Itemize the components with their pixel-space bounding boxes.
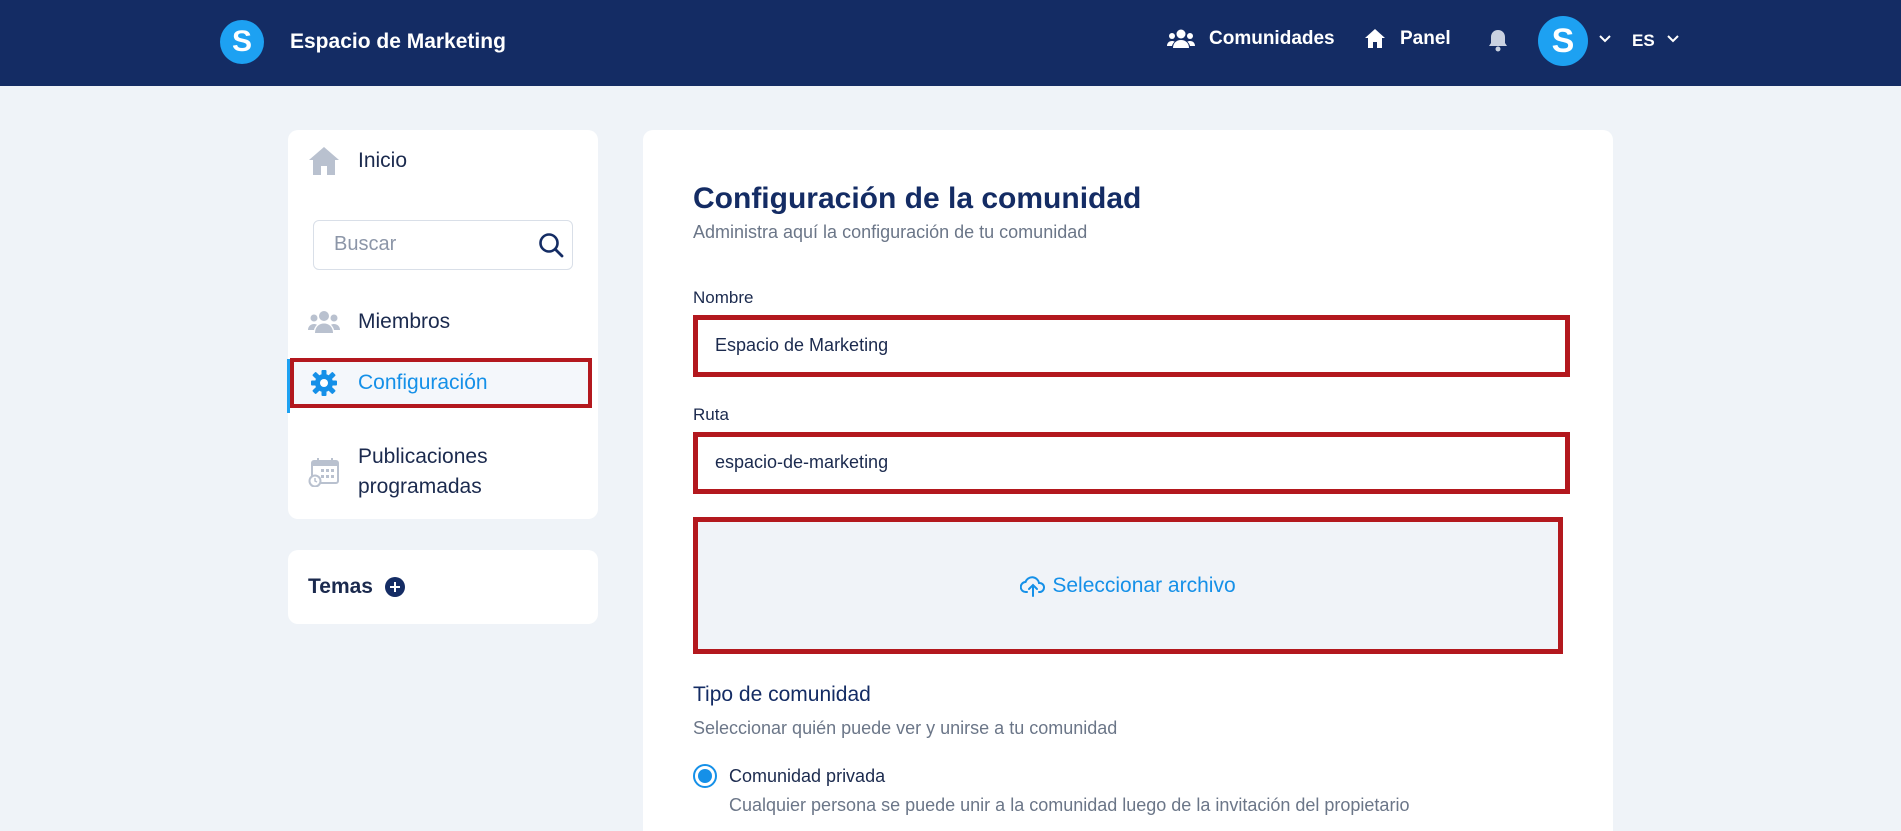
chevron-down-icon[interactable]: [1598, 34, 1612, 44]
users-icon: [1167, 29, 1195, 48]
sidebar-item-label: Publicaciones programadas: [358, 442, 488, 502]
language-selector[interactable]: ES: [1632, 31, 1655, 51]
radio-selected-dot: [698, 769, 712, 783]
app-logo[interactable]: S: [220, 20, 264, 64]
top-navbar: S Espacio de Marketing Comunidades Panel…: [0, 0, 1901, 86]
community-type-title: Tipo de comunidad: [693, 683, 871, 706]
sidebar-item-members[interactable]: Miembros: [308, 310, 450, 334]
path-field: [693, 432, 1570, 494]
name-input[interactable]: [715, 335, 1535, 356]
path-input[interactable]: [715, 452, 1535, 473]
nav-communities[interactable]: Comunidades: [1167, 28, 1335, 50]
notifications-bell-icon[interactable]: [1487, 28, 1509, 57]
upload-label: Seleccionar archivo: [1052, 573, 1236, 597]
file-upload-area[interactable]: Seleccionar archivo: [693, 517, 1563, 654]
topics-title: Temas: [308, 575, 373, 598]
user-avatar[interactable]: S: [1538, 16, 1588, 66]
users-icon: [308, 310, 340, 334]
chevron-down-icon[interactable]: [1666, 34, 1680, 44]
app-title[interactable]: Espacio de Marketing: [290, 30, 506, 54]
sidebar-menu: Inicio Miembros: [287, 130, 598, 519]
community-type-subtitle: Seleccionar quién puede ver y unirse a t…: [693, 718, 1118, 738]
name-field: [693, 315, 1570, 377]
nav-panel-label: Panel: [1400, 28, 1451, 49]
path-label: Ruta: [693, 405, 729, 424]
sidebar-item-label: Miembros: [358, 310, 451, 333]
nav-communities-label: Comunidades: [1209, 28, 1335, 49]
settings-card: Configuración de la comunidad Administra…: [643, 130, 1613, 831]
sidebar-item-home[interactable]: Inicio: [308, 146, 407, 176]
add-topic-icon[interactable]: [384, 577, 405, 597]
home-icon: [1365, 29, 1385, 48]
private-community-radio[interactable]: [693, 764, 717, 788]
page-title: Configuración de la comunidad: [693, 182, 1142, 215]
sidebar-item-scheduled-posts[interactable]: Publicaciones programadas: [308, 442, 488, 502]
private-community-option[interactable]: Comunidad privada Cualquier persona se p…: [693, 764, 1410, 816]
scheduled-line-2: programadas: [358, 475, 482, 498]
calendar-clock-icon: [308, 457, 340, 487]
nav-panel[interactable]: Panel: [1364, 28, 1451, 50]
private-community-description: Cualquier persona se puede unir a la com…: [729, 795, 1410, 815]
sidebar-item-settings[interactable]: Configuración: [287, 358, 592, 413]
topics-card: Temas: [288, 550, 598, 624]
search-icon[interactable]: [538, 232, 564, 258]
gear-icon: [308, 369, 340, 397]
sidebar-item-label: Inicio: [358, 149, 408, 172]
sidebar-search: [313, 220, 573, 270]
scheduled-line-1: Publicaciones: [358, 445, 488, 468]
name-label: Nombre: [693, 288, 754, 307]
page-subtitle: Administra aquí la configuración de tu c…: [693, 222, 1088, 242]
home-icon: [308, 146, 340, 176]
search-input[interactable]: [334, 233, 524, 256]
cloud-upload-icon: [1020, 575, 1046, 597]
sidebar-item-label: Configuración: [358, 371, 488, 394]
private-community-label: Comunidad privada: [729, 766, 886, 786]
